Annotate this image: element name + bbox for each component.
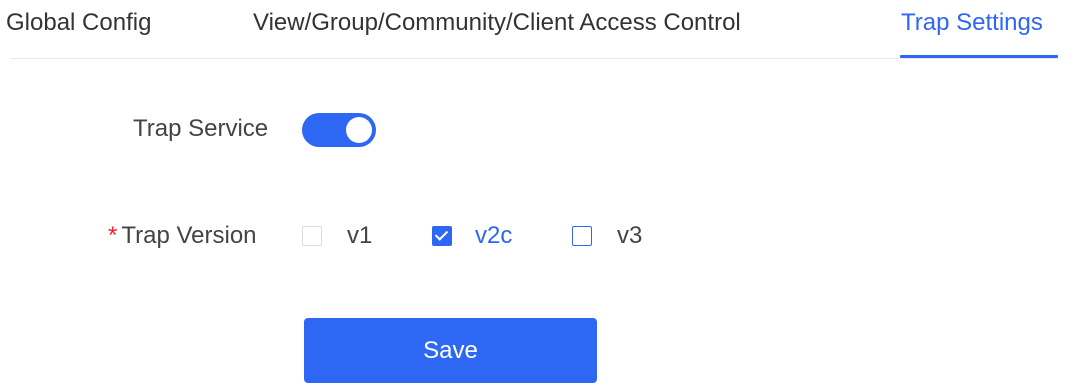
tab-bar: Global Config View/Group/Community/Clien… (0, 0, 1066, 60)
trap-service-toggle[interactable] (302, 113, 376, 147)
trap-version-v3-checkbox[interactable]: v3 (572, 221, 642, 251)
active-tab-indicator (900, 55, 1058, 58)
tab-divider (10, 58, 1058, 59)
checkbox-v3-box[interactable] (572, 226, 592, 246)
trap-version-v2c-checkbox[interactable]: v2c (432, 221, 512, 251)
checkbox-v1-label: v1 (347, 222, 373, 249)
tab-trap-settings[interactable]: Trap Settings (901, 10, 1043, 36)
checkbox-v2c-label: v2c (475, 222, 513, 249)
trap-version-label: Trap Version (121, 222, 257, 249)
trap-version-label-row: * Trap Version (108, 223, 257, 249)
trap-version-v1-checkbox[interactable]: v1 (302, 221, 372, 251)
required-asterisk: * (108, 222, 118, 249)
checkbox-v2c-box[interactable] (432, 226, 452, 246)
trap-settings-page: Global Config View/Group/Community/Clien… (0, 0, 1066, 383)
trap-service-label: Trap Service (133, 115, 269, 142)
checkbox-v1-box[interactable] (302, 226, 322, 246)
save-button[interactable]: Save (304, 318, 597, 383)
toggle-knob (346, 117, 372, 143)
checkbox-v3-label: v3 (617, 222, 643, 249)
tab-view-group-community-access[interactable]: View/Group/Community/Client Access Contr… (253, 10, 741, 36)
tab-global-config[interactable]: Global Config (6, 10, 151, 36)
